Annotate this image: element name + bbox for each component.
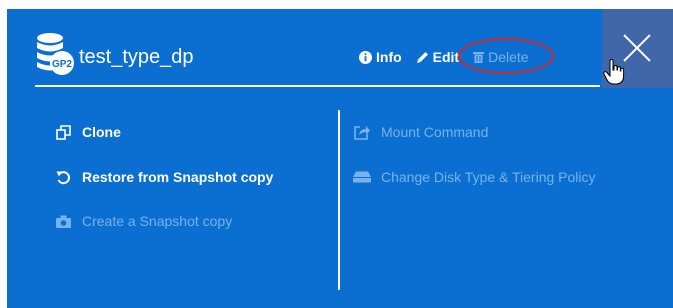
- info-button[interactable]: Info: [359, 49, 402, 65]
- create-snapshot-action[interactable]: Create a Snapshot copy: [54, 213, 232, 229]
- camera-icon: [54, 213, 72, 229]
- change-disk-type-label: Change Disk Type & Tiering Policy: [381, 169, 596, 185]
- annotation-highlight-ellipse: [458, 38, 555, 74]
- mount-command-label: Mount Command: [381, 124, 489, 140]
- edit-label: Edit: [432, 49, 460, 65]
- column-divider: [338, 110, 340, 290]
- edit-button[interactable]: Edit: [416, 49, 459, 65]
- info-circle-icon: [359, 50, 372, 64]
- volume-name: test_type_dp: [79, 46, 194, 68]
- clone-action[interactable]: Clone: [54, 124, 121, 140]
- delete-button[interactable]: Delete: [458, 38, 555, 74]
- volume-header: GP2 test_type_dp Info Edit Delete: [35, 29, 600, 87]
- clone-icon: [54, 124, 72, 140]
- restore-label: Restore from Snapshot copy: [82, 169, 274, 185]
- close-icon: [623, 34, 651, 62]
- disk-type-badge: GP2: [52, 59, 72, 70]
- volume-icon: GP2: [37, 33, 74, 75]
- hand-pointer-cursor-icon: [603, 59, 625, 85]
- create-snapshot-label: Create a Snapshot copy: [82, 213, 233, 229]
- share-icon: [353, 124, 371, 140]
- volume-actions-panel: GP2 test_type_dp Info Edit Delete Clone …: [7, 9, 673, 308]
- change-disk-type-action[interactable]: Change Disk Type & Tiering Policy: [353, 169, 596, 185]
- pencil-icon: [416, 51, 428, 63]
- disk-icon: [353, 169, 371, 185]
- restore-icon: [54, 169, 72, 185]
- clone-label: Clone: [82, 124, 121, 140]
- mount-command-action[interactable]: Mount Command: [353, 124, 488, 140]
- restore-from-snapshot-action[interactable]: Restore from Snapshot copy: [54, 169, 273, 185]
- header-actions: Info Edit Delete: [359, 38, 555, 74]
- info-label: Info: [376, 49, 402, 65]
